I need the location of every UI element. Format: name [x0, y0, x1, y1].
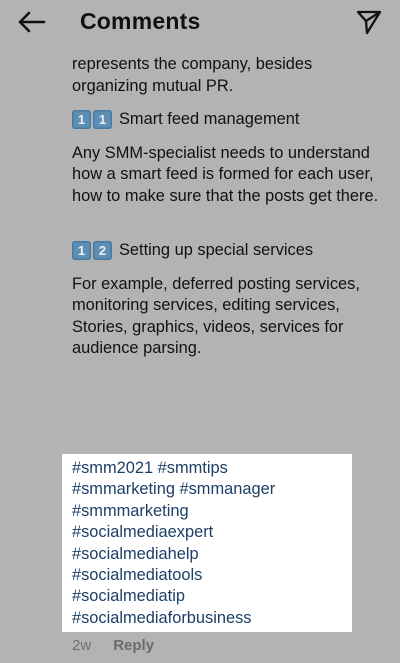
hashtag-link[interactable]: #smmtips: [158, 459, 228, 477]
hashtag-line: #socialmediatip: [72, 586, 352, 607]
hashtag-line: #smmmarketing: [72, 501, 352, 522]
hashtag-link[interactable]: #socialmediatip: [72, 587, 185, 605]
hashtag-link[interactable]: #smmarketing: [72, 480, 175, 498]
hashtag-link[interactable]: #socialmediahelp: [72, 545, 199, 563]
comment-timestamp: 2w: [72, 637, 92, 654]
send-icon: [356, 10, 382, 35]
keycap-digit-icon: 1: [72, 241, 91, 261]
app-header: Comments: [0, 0, 400, 44]
hashtag-list: #smm2021 #smmtips #smmarketing #smmanage…: [72, 458, 352, 629]
section-heading: 1 1 Smart feed management: [72, 109, 382, 131]
reply-button[interactable]: Reply: [113, 637, 154, 654]
hashtag-line: #socialmediaforbusiness: [72, 608, 352, 629]
back-button[interactable]: [14, 6, 48, 38]
hashtag-line: #smmarketing #smmanager: [72, 479, 352, 500]
keycap-digit-icon: 2: [93, 241, 112, 261]
page-title: Comments: [80, 8, 201, 34]
hashtag-link[interactable]: #socialmediaforbusiness: [72, 609, 251, 627]
arrow-left-icon: [18, 11, 46, 33]
hashtag-line: #socialmediaexpert: [72, 522, 352, 543]
hashtag-link[interactable]: #socialmediaexpert: [72, 523, 213, 541]
comment-intro: represents the company, besides organizi…: [72, 55, 313, 95]
section-body: Any SMM-specialist needs to understand h…: [72, 143, 379, 205]
section-body: For example, deferred posting services, …: [72, 274, 360, 358]
hashtag-line: #socialmediahelp: [72, 544, 352, 565]
comment-body: represents the company, besides organizi…: [72, 54, 382, 360]
hashtag-link[interactable]: #smmanager: [180, 480, 276, 498]
hashtag-line: #smm2021 #smmtips: [72, 458, 352, 479]
section-heading: 1 2 Setting up special services: [72, 240, 382, 262]
hashtag-line: #socialmediatools: [72, 565, 352, 586]
comment-meta: 2w Reply: [72, 637, 154, 654]
section-heading-text: Smart feed management: [119, 110, 300, 128]
section-heading-text: Setting up special services: [119, 241, 314, 259]
send-button[interactable]: [352, 5, 386, 39]
hashtag-link[interactable]: #smm2021: [72, 459, 153, 477]
keycap-digit-icon: 1: [93, 110, 112, 130]
hashtag-link[interactable]: #smmmarketing: [72, 502, 189, 520]
hashtag-link[interactable]: #socialmediatools: [72, 566, 202, 584]
keycap-digit-icon: 1: [72, 110, 91, 130]
